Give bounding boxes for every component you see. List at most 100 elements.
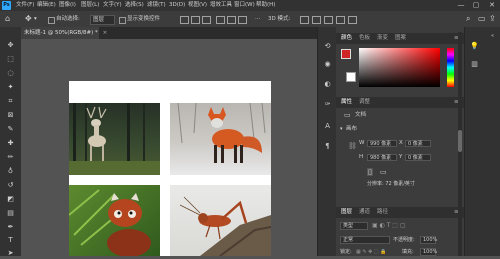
align-left-icon[interactable] [180,16,189,24]
tool-preset-chevron-icon[interactable]: ▾ [34,14,37,24]
menu-select[interactable]: 选择(S) [125,1,144,10]
align-center-icon[interactable] [191,16,200,24]
share-icon[interactable]: ⇪ [489,14,496,24]
x-label: X [399,140,403,146]
document-tab[interactable]: 未标题-1 @ 50%(RGB/8#) * × [21,27,107,39]
lasso-tool-icon[interactable]: ◌ [5,68,16,79]
auto-select-checkbox[interactable] [48,17,55,24]
frame-tool-icon[interactable]: ⊠ [5,110,16,121]
layer-filter-icons[interactable]: ▣ ◐ T ⬚ ▢ [372,222,406,230]
fox-photo[interactable] [170,103,271,175]
align-top-icon[interactable] [216,16,225,24]
orbit-3d-icon[interactable] [300,16,309,24]
link-icon[interactable]: ⛓ [348,142,357,150]
adjustments-panel-icon[interactable]: ◐ [322,79,333,90]
paragraph-panel-icon[interactable]: ¶ [322,141,333,152]
move-tool-icon[interactable]: ✥ [25,14,32,24]
clone-stamp-tool-icon[interactable]: ♁ [5,166,16,177]
roll-3d-icon[interactable] [312,16,321,24]
close-window-button[interactable]: ✕ [485,0,499,11]
hue-slider[interactable] [447,48,454,87]
maximize-button[interactable]: ▢ [469,0,483,11]
layers-panel-tabs: 图层 通道 路径 ≡ [336,207,464,218]
menu-3d[interactable]: 3D(D) [169,1,185,10]
libraries-panel-icon[interactable]: ▥ [469,59,480,70]
opacity-field[interactable]: 100% [420,236,437,244]
align-bottom-icon[interactable] [238,16,247,24]
eraser-tool-icon[interactable]: ◩ [5,194,16,205]
close-tab-icon[interactable]: × [103,30,108,36]
eyedropper-tool-icon[interactable]: ✎ [5,124,16,135]
landscape-orientation-icon[interactable]: ▭ [380,168,387,176]
type-tool-icon[interactable]: T [5,235,16,246]
show-transform-checkbox[interactable] [119,17,126,24]
height-field[interactable]: 980 像素 [367,154,397,161]
search-icon[interactable]: ⌕ [466,14,470,24]
photoshop-logo-icon[interactable]: Ps [2,1,11,10]
tab-properties[interactable]: 属性 [341,97,352,108]
menu-file[interactable]: 文件(F) [16,1,34,10]
menu-view[interactable]: 视图(V) [188,1,207,10]
character-panel-icon[interactable]: A [322,121,333,132]
tab-channels[interactable]: 通道 [359,207,370,218]
foreground-color-swatch[interactable] [341,49,351,59]
learn-panel-icon[interactable]: 💡 [469,41,480,52]
marquee-tool-icon[interactable]: ⬚ [5,54,16,65]
document-label: 文档 [355,112,367,118]
tab-swatches[interactable]: 色板 [359,33,370,44]
path-selection-tool-icon[interactable]: ➤ [5,248,16,259]
history-brush-tool-icon[interactable]: ↺ [5,180,16,191]
menu-layer[interactable]: 图层(L) [81,1,99,10]
history-panel-icon[interactable]: ⟲ [322,41,333,52]
tab-layers[interactable]: 图层 [341,207,352,218]
tab-patterns[interactable]: 图案 [395,33,406,44]
fill-field[interactable]: 100% [420,248,437,256]
background-color-swatch[interactable] [346,72,356,82]
tab-gradients[interactable]: 渐变 [377,33,388,44]
tab-paths[interactable]: 路径 [377,207,388,218]
menu-help[interactable]: 帮助(H) [256,1,275,10]
menu-edit[interactable]: 编辑(E) [37,1,56,10]
menu-plugins[interactable]: 增效工具 [210,1,232,10]
portrait-orientation-icon[interactable]: ▯ [367,168,373,176]
crop-tool-icon[interactable]: ⌗ [5,96,16,107]
panel-scrollbar-thumb[interactable] [458,130,462,152]
y-field[interactable]: 0 像素 [405,154,431,161]
align-middle-icon[interactable] [227,16,236,24]
menu-type[interactable]: 文字(Y) [103,1,122,10]
navigator-panel-icon[interactable]: ◉ [322,59,333,70]
minimize-button[interactable]: — [454,0,468,11]
grasshopper-photo[interactable] [170,185,271,256]
color-picker-field[interactable] [359,48,440,87]
x-field[interactable]: 0 像素 [405,140,431,147]
blend-mode-dropdown[interactable]: 正常 [340,236,390,244]
move-tool-icon[interactable]: ✥ [5,40,16,51]
brush-tool-icon[interactable]: ✏ [5,152,16,163]
red-panda-photo[interactable] [69,185,160,256]
magic-wand-tool-icon[interactable]: ✦ [5,82,16,93]
document-canvas[interactable] [69,81,271,256]
tab-adjustments[interactable]: 调整 [359,97,370,108]
auto-select-dropdown[interactable]: 图层 [90,15,116,25]
deer-photo[interactable] [69,103,160,175]
healing-brush-tool-icon[interactable]: ✚ [5,138,16,149]
menu-image[interactable]: 图像(I) [59,1,76,10]
scale-3d-icon[interactable] [348,16,357,24]
layer-kind-filter[interactable]: 类型 [340,222,368,230]
home-icon[interactable]: ⌂ [5,14,10,24]
more-options-button[interactable]: ··· [255,14,260,24]
pen-tool-icon[interactable]: ✒ [5,222,16,233]
menu-window[interactable]: 窗口(W) [234,1,255,10]
menu-filter[interactable]: 滤镜(T) [147,1,166,10]
tab-color[interactable]: 颜色 [341,33,352,44]
align-right-icon[interactable] [202,16,211,24]
drag-3d-icon[interactable] [324,16,333,24]
gradient-tool-icon[interactable]: ▤ [5,208,16,219]
canvas-collapse-icon[interactable]: ▾ [340,125,343,133]
lock-icons[interactable]: ▦ ✎ ✥ ⬚ 🔒 [356,248,386,256]
width-field[interactable]: 990 像素 [367,140,397,147]
brush-settings-panel-icon[interactable]: ✑ [322,99,333,110]
slide-3d-icon[interactable] [336,16,345,24]
workspace-icon[interactable]: ▭ [478,14,486,24]
expand-panels-icon[interactable]: « [487,31,498,42]
